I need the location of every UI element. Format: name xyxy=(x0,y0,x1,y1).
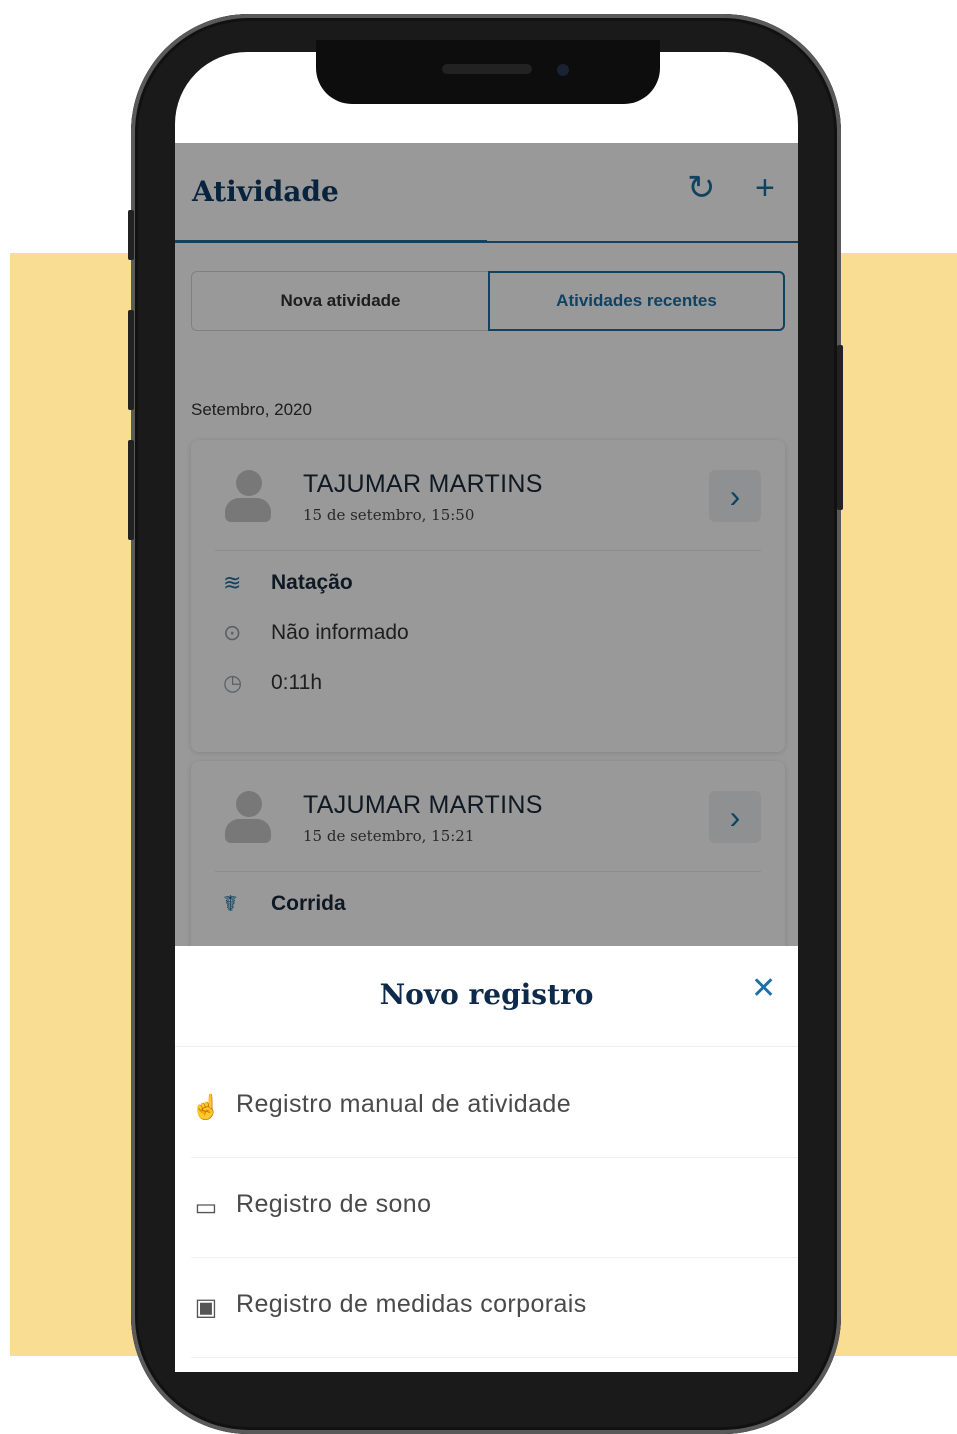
option-label: Registro de medidas corporais xyxy=(236,1290,587,1318)
option-body-measurements[interactable]: ▣ Registro de medidas corporais xyxy=(191,1258,798,1358)
hand-pointer-icon: ☝ xyxy=(191,1093,221,1121)
bed-icon: ▭ xyxy=(194,1193,218,1221)
option-manual-activity[interactable]: ☝ Registro manual de atividade xyxy=(191,1058,798,1158)
option-label: Registro de sono xyxy=(236,1190,432,1218)
phone-volume-up xyxy=(128,310,134,410)
sheet-title: Novo registro xyxy=(379,978,594,1011)
close-icon[interactable]: ✕ xyxy=(751,974,776,1004)
phone-silent-switch xyxy=(128,210,134,260)
new-record-sheet: Novo registro ✕ ☝ Registro manual de ati… xyxy=(175,946,798,1372)
phone-volume-down xyxy=(128,440,134,540)
sheet-divider xyxy=(175,1046,798,1047)
phone-screen: Atividade ↻ + Nova atividade Atividades … xyxy=(175,52,798,1372)
phone-power-button xyxy=(837,345,843,510)
option-sleep[interactable]: ▭ Registro de sono xyxy=(191,1158,798,1258)
phone-camera xyxy=(557,64,569,76)
scale-icon: ▣ xyxy=(194,1293,218,1321)
option-label: Registro manual de atividade xyxy=(236,1090,572,1118)
phone-speaker xyxy=(442,64,532,74)
app-content: Atividade ↻ + Nova atividade Atividades … xyxy=(175,143,798,1372)
